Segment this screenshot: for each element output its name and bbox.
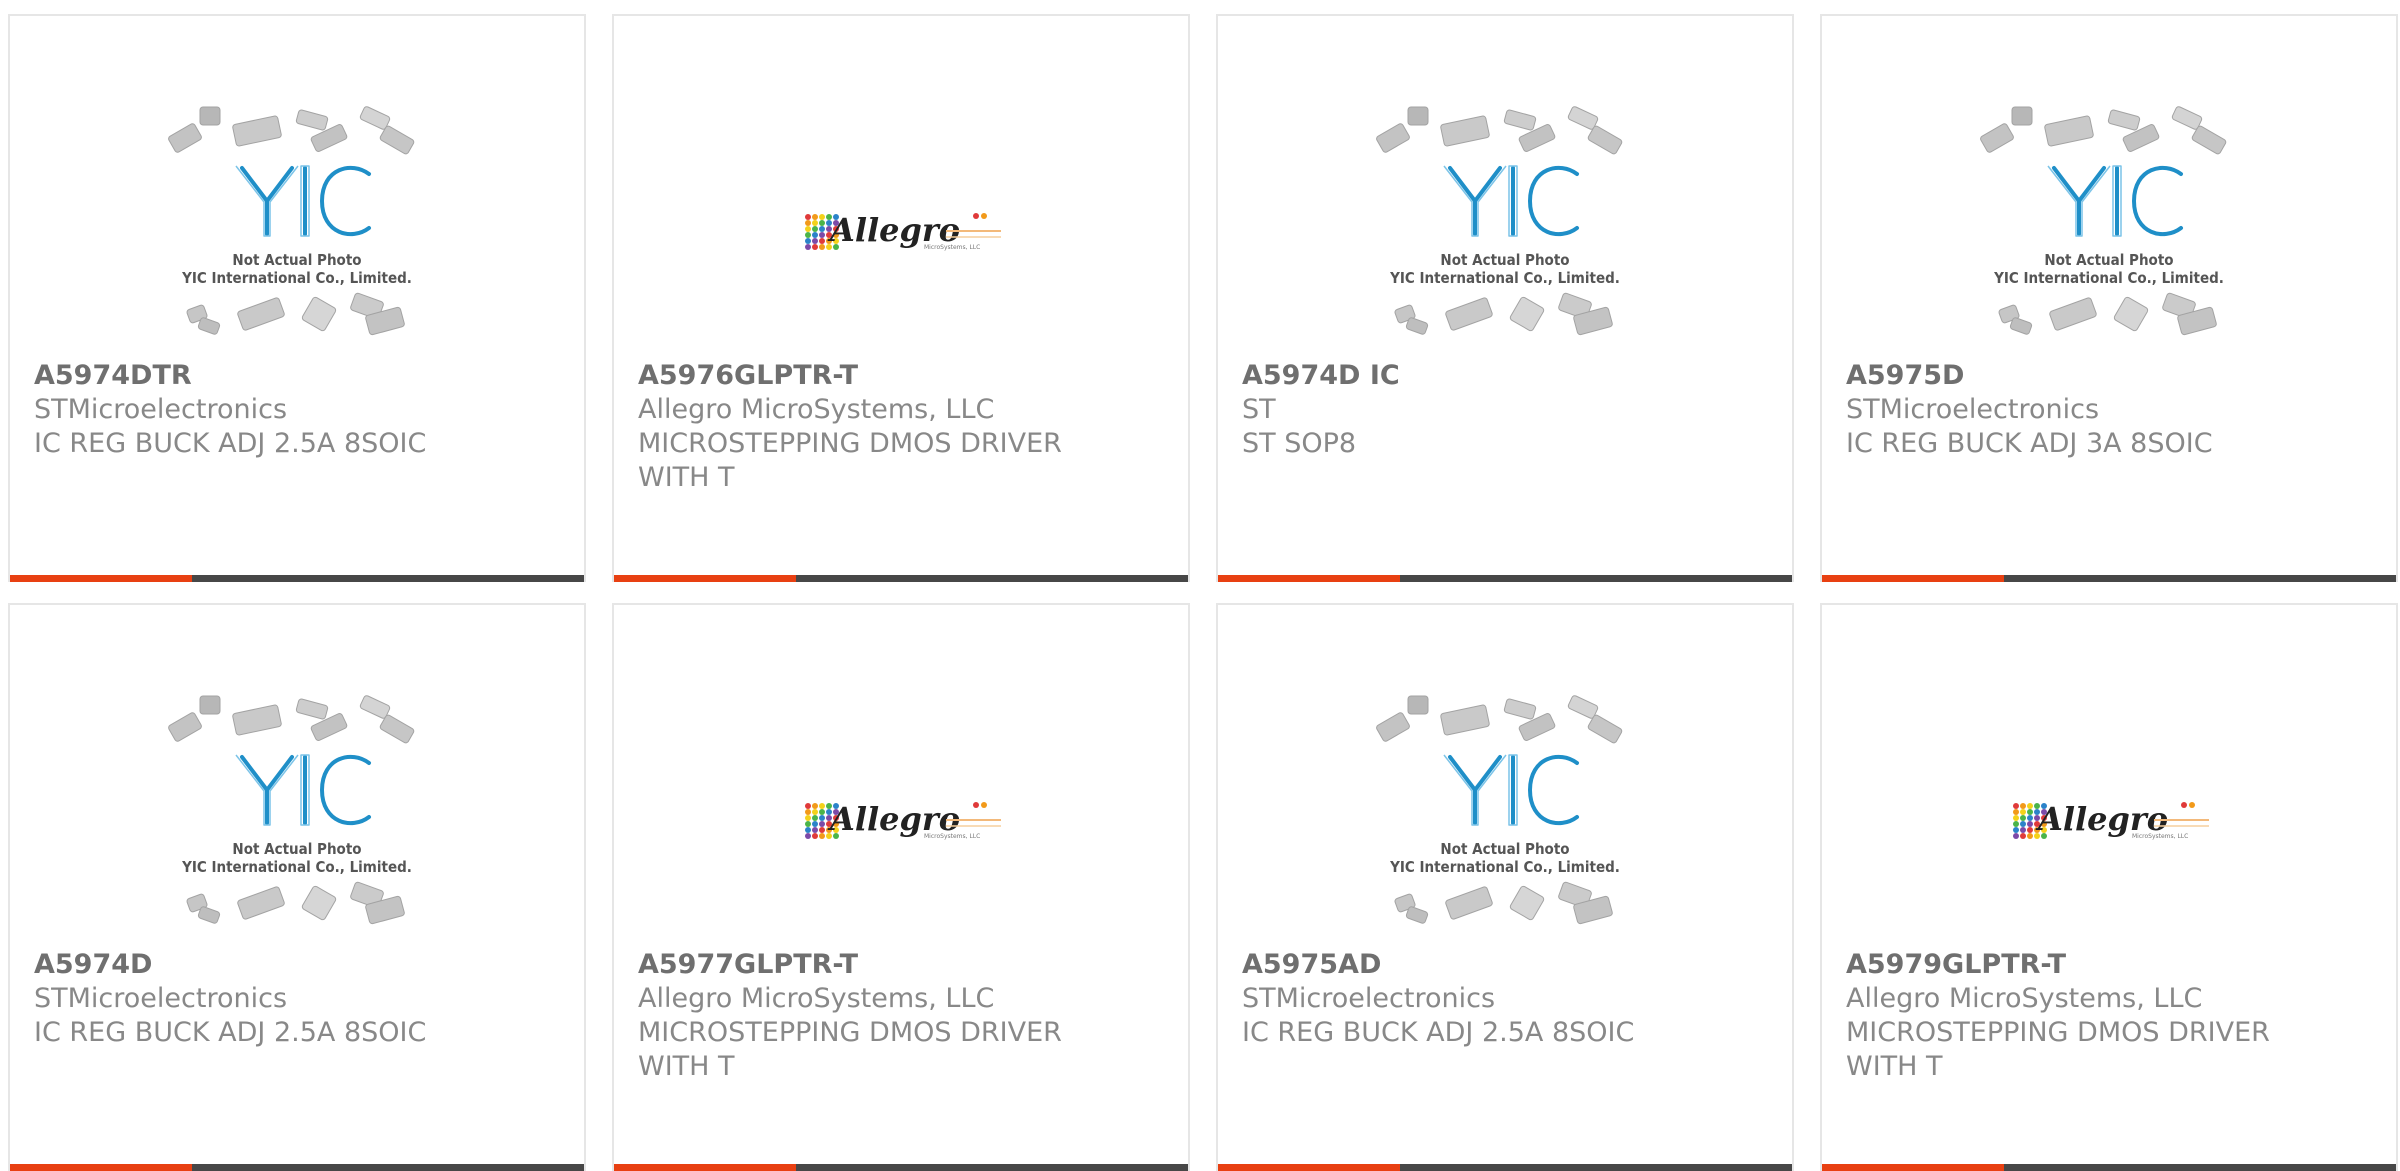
card-footer-bar xyxy=(10,575,584,582)
product-description: MICROSTEPPING DMOS DRIVER WITH T xyxy=(638,428,1062,493)
product-image[interactable]: Not Actual Photo YIC International Co., L… xyxy=(1218,96,1792,366)
allegro-sub-text: MicroSystems, LLC xyxy=(924,833,980,840)
allegro-sub-text: MicroSystems, LLC xyxy=(2132,833,2188,840)
card-accent-bar xyxy=(614,1164,796,1171)
card-footer-bar xyxy=(614,575,1188,582)
card-accent-bar xyxy=(10,1164,192,1171)
product-description: MICROSTEPPING DMOS DRIVER WITH T xyxy=(638,1017,1062,1082)
product-description: ST SOP8 xyxy=(1242,428,1357,459)
product-image[interactable]: Not Actual Photo YIC International Co., L… xyxy=(1822,96,2396,366)
card-footer-bar xyxy=(1218,1164,1792,1171)
part-number-link[interactable]: A5975D xyxy=(1846,359,2376,393)
card-accent-bar xyxy=(1218,575,1400,582)
part-number-link[interactable]: A5979GLPTR-T xyxy=(1846,948,2376,982)
product-image[interactable]: Not Actual Photo YIC International Co., L… xyxy=(1218,685,1792,955)
card-accent-bar xyxy=(1822,1164,2004,1171)
manufacturer-name: ST xyxy=(1242,394,1276,425)
product-card[interactable]: Allegro MicroSystems, LLC A5979GLPTR-T A… xyxy=(1820,603,2398,1171)
product-image[interactable]: Not Actual Photo YIC International Co., L… xyxy=(10,96,584,366)
product-description: IC REG BUCK ADJ 2.5A 8SOIC xyxy=(34,428,427,459)
product-card[interactable]: Not Actual Photo YIC International Co., L… xyxy=(1216,14,1794,582)
part-number-link[interactable]: A5974DTR xyxy=(34,359,564,393)
yic-placeholder-logo: Not Actual Photo YIC International Co., L… xyxy=(1969,106,2249,356)
not-actual-photo-text: Not Actual Photo xyxy=(232,840,362,858)
card-accent-bar xyxy=(1218,1164,1400,1171)
allegro-logo: Allegro MicroSystems, LLC xyxy=(2004,790,2214,850)
product-description: IC REG BUCK ADJ 3A 8SOIC xyxy=(1846,428,2213,459)
card-accent-bar xyxy=(1822,575,2004,582)
allegro-logo: Allegro MicroSystems, LLC xyxy=(796,201,1006,261)
manufacturer-name: Allegro MicroSystems, LLC xyxy=(638,394,995,425)
product-image[interactable]: Allegro MicroSystems, LLC xyxy=(614,685,1188,955)
yic-placeholder-logo: Not Actual Photo YIC International Co., L… xyxy=(1365,106,1645,356)
product-card[interactable]: Allegro MicroSystems, LLC A5977GLPTR-T A… xyxy=(612,603,1190,1171)
yic-placeholder-logo: Not Actual Photo YIC International Co., L… xyxy=(1365,695,1645,945)
product-image[interactable]: Allegro MicroSystems, LLC xyxy=(1822,685,2396,955)
part-number-link[interactable]: A5976GLPTR-T xyxy=(638,359,1168,393)
manufacturer-name: STMicroelectronics xyxy=(34,983,288,1014)
card-footer-bar xyxy=(614,1164,1188,1171)
not-actual-photo-text: Not Actual Photo xyxy=(2044,251,2174,269)
company-name-text: YIC International Co., Limited. xyxy=(182,858,412,876)
yic-placeholder-logo: Not Actual Photo YIC International Co., L… xyxy=(157,106,437,356)
manufacturer-name: Allegro MicroSystems, LLC xyxy=(638,983,995,1014)
not-actual-photo-text: Not Actual Photo xyxy=(1440,251,1570,269)
product-grid: Not Actual Photo YIC International Co., L… xyxy=(0,0,2400,1171)
card-footer-bar xyxy=(1822,1164,2396,1171)
not-actual-photo-text: Not Actual Photo xyxy=(232,251,362,269)
product-card[interactable]: Not Actual Photo YIC International Co., L… xyxy=(8,603,586,1171)
manufacturer-name: STMicroelectronics xyxy=(1846,394,2100,425)
part-number-link[interactable]: A5975AD xyxy=(1242,948,1772,982)
manufacturer-name: STMicroelectronics xyxy=(1242,983,1496,1014)
product-image[interactable]: Allegro MicroSystems, LLC xyxy=(614,96,1188,366)
product-card[interactable]: Not Actual Photo YIC International Co., L… xyxy=(8,14,586,582)
product-description: MICROSTEPPING DMOS DRIVER WITH T xyxy=(1846,1017,2270,1082)
product-description: IC REG BUCK ADJ 2.5A 8SOIC xyxy=(1242,1017,1635,1048)
company-name-text: YIC International Co., Limited. xyxy=(182,269,412,287)
allegro-sub-text: MicroSystems, LLC xyxy=(924,244,980,251)
company-name-text: YIC International Co., Limited. xyxy=(1390,269,1620,287)
allegro-logo: Allegro MicroSystems, LLC xyxy=(796,790,1006,850)
part-number-link[interactable]: A5974D IC xyxy=(1242,359,1772,393)
product-card[interactable]: Allegro MicroSystems, LLC A5976GLPTR-T A… xyxy=(612,14,1190,582)
company-name-text: YIC International Co., Limited. xyxy=(1994,269,2224,287)
product-description: IC REG BUCK ADJ 2.5A 8SOIC xyxy=(34,1017,427,1048)
product-image[interactable]: Not Actual Photo YIC International Co., L… xyxy=(10,685,584,955)
product-card[interactable]: Not Actual Photo YIC International Co., L… xyxy=(1216,603,1794,1171)
manufacturer-name: Allegro MicroSystems, LLC xyxy=(1846,983,2203,1014)
card-accent-bar xyxy=(614,575,796,582)
part-number-link[interactable]: A5974D xyxy=(34,948,564,982)
not-actual-photo-text: Not Actual Photo xyxy=(1440,840,1570,858)
card-footer-bar xyxy=(10,1164,584,1171)
card-accent-bar xyxy=(10,575,192,582)
company-name-text: YIC International Co., Limited. xyxy=(1390,858,1620,876)
product-card[interactable]: Not Actual Photo YIC International Co., L… xyxy=(1820,14,2398,582)
part-number-link[interactable]: A5977GLPTR-T xyxy=(638,948,1168,982)
card-footer-bar xyxy=(1822,575,2396,582)
manufacturer-name: STMicroelectronics xyxy=(34,394,288,425)
yic-placeholder-logo: Not Actual Photo YIC International Co., L… xyxy=(157,695,437,945)
card-footer-bar xyxy=(1218,575,1792,582)
